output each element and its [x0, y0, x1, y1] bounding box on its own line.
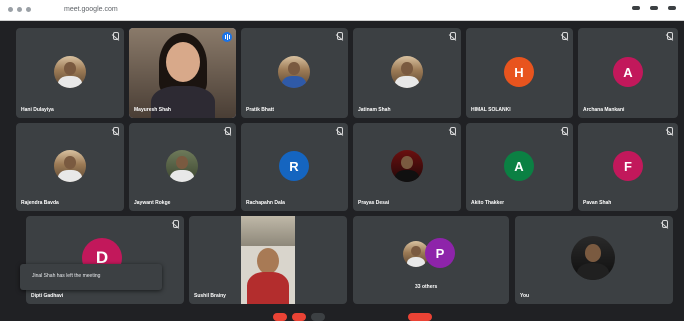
participant-name: You [520, 293, 530, 299]
participant-name: HIMAL SOLANKI [471, 107, 511, 113]
window-controls[interactable] [632, 6, 676, 10]
mic-off-icon [337, 127, 343, 135]
avatar [571, 236, 615, 280]
avatar [54, 56, 86, 88]
mic-off-icon [562, 127, 568, 135]
avatar [391, 150, 423, 182]
mic-off-icon [667, 32, 673, 40]
avatar-initial: F [613, 151, 643, 181]
mic-toggle-button[interactable] [273, 313, 287, 321]
participant-tile-active-speaker[interactable]: Mayuresh Shah [129, 28, 236, 118]
camera-toggle-button[interactable] [292, 313, 306, 321]
participant-tile[interactable]: H HIMAL SOLANKI [466, 28, 573, 118]
address-bar[interactable]: meet.google.com [64, 6, 118, 14]
mic-off-icon [113, 127, 119, 135]
avatar [166, 150, 198, 182]
mic-off-icon [225, 127, 231, 135]
participant-name: Dipti Gadhavi [31, 293, 64, 299]
participant-tile[interactable]: R Rachapahn Dala [241, 123, 348, 211]
participant-tile[interactable]: Jaywant Rokge [129, 123, 236, 211]
avatar-initial: A [504, 151, 534, 181]
participant-tile[interactable]: Jatinam Shah [353, 28, 461, 118]
participant-name: Rachapahn Dala [246, 200, 285, 206]
others-count-label: 33 others [415, 284, 438, 290]
participant-tile[interactable]: F Pavan Shah [578, 123, 678, 211]
participant-name: Prayas Desai [358, 200, 390, 206]
mic-off-icon [337, 32, 343, 40]
browser-top-bar: meet.google.com [0, 0, 684, 21]
others-tile[interactable]: P 33 others [353, 216, 509, 304]
self-tile[interactable]: You [515, 216, 673, 304]
participant-video [129, 28, 236, 118]
left-meeting-toast: Jinal Shah has left the meeting [20, 264, 162, 290]
participant-tile[interactable]: Sushil Brainy [189, 216, 347, 304]
participant-name: Archana Mankani [583, 107, 625, 113]
mic-off-icon [173, 220, 179, 228]
mic-off-icon [450, 127, 456, 135]
participant-name: Pavan Shah [583, 200, 612, 206]
participant-video [241, 216, 295, 304]
avatar-initial: A [613, 57, 643, 87]
avatar [391, 56, 423, 88]
participant-name: Sushil Brainy [194, 293, 226, 299]
participant-tile[interactable]: A Akito Thakker [466, 123, 573, 211]
avatar [278, 56, 310, 88]
leave-call-button[interactable] [408, 313, 432, 321]
participant-tile[interactable]: A Archana Mankani [578, 28, 678, 118]
participant-name: Pratik Bhatt [246, 107, 275, 113]
mic-off-icon [450, 32, 456, 40]
more-options-button[interactable] [311, 313, 325, 321]
participant-tile[interactable]: Pratik Bhatt [241, 28, 348, 118]
mic-off-icon [667, 127, 673, 135]
toast-message: Jinal Shah has left the meeting [32, 273, 101, 279]
participant-tile[interactable]: Rajendra Bavda [16, 123, 124, 211]
avatar-initial: P [425, 238, 455, 268]
participant-tile[interactable]: D Dipti Gadhavi [26, 216, 184, 304]
participant-name: Jaywant Rokge [134, 200, 171, 206]
bottom-control-bar [0, 309, 684, 319]
participant-name: Rajendra Bavda [21, 200, 59, 206]
avatar [54, 150, 86, 182]
participant-tile[interactable]: Hani Dulayiya [16, 28, 124, 118]
participant-name: Jatinam Shah [358, 107, 391, 113]
avatar-initial: H [504, 57, 534, 87]
participant-name: Hani Dulayiya [21, 107, 54, 113]
mic-off-icon [113, 32, 119, 40]
speaking-indicator-icon [222, 32, 232, 42]
mic-off-icon [662, 220, 668, 228]
participant-name: Mayuresh Shah [134, 107, 171, 113]
mic-off-icon [562, 32, 568, 40]
window-dots [8, 7, 31, 12]
participant-name: Akito Thakker [471, 200, 505, 206]
participant-tile[interactable]: Prayas Desai [353, 123, 461, 211]
avatar-initial: R [279, 151, 309, 181]
